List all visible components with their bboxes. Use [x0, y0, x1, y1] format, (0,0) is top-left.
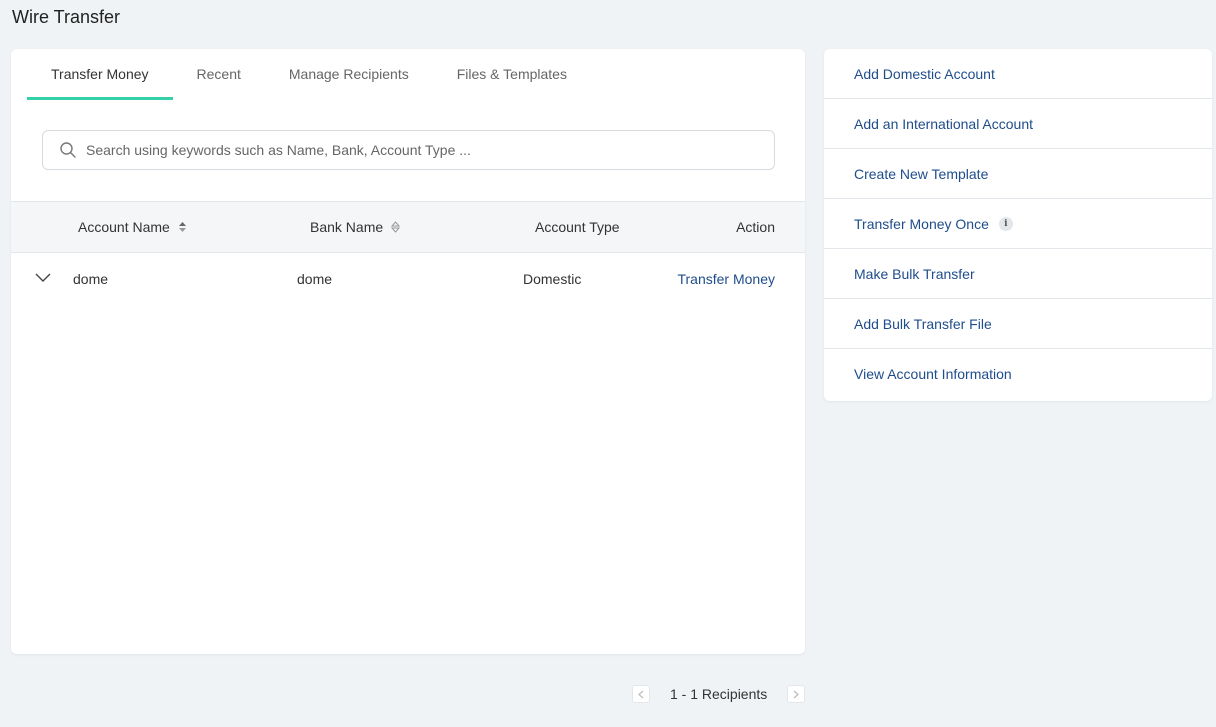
quick-actions-menu: Add Domestic Account Add an Internationa…: [824, 49, 1212, 401]
table-row: dome dome Domestic Transfer Money: [11, 254, 805, 304]
chevron-down-icon[interactable]: [35, 273, 51, 283]
search-input[interactable]: [86, 142, 774, 158]
tab-recent[interactable]: Recent: [173, 49, 265, 100]
add-domestic-account-link[interactable]: Add Domestic Account: [824, 49, 1212, 99]
column-header-label: Account Name: [78, 219, 170, 235]
info-icon[interactable]: i: [998, 216, 1013, 231]
sort-icon[interactable]: [178, 221, 187, 233]
transfer-money-link[interactable]: Transfer Money: [677, 254, 775, 304]
view-account-information-link[interactable]: View Account Information: [824, 349, 1212, 399]
transfer-money-once-link[interactable]: Transfer Money Once i: [824, 199, 1212, 249]
prev-page-button[interactable]: [632, 685, 650, 703]
column-header-account-name[interactable]: Account Name: [78, 202, 187, 252]
transfer-panel: Transfer Money Recent Manage Recipients …: [11, 49, 805, 654]
cell-account-name: dome: [73, 271, 109, 287]
add-international-account-link[interactable]: Add an International Account: [824, 99, 1212, 149]
search-box: [42, 130, 775, 170]
create-new-template-link[interactable]: Create New Template: [824, 149, 1212, 199]
cell-account-type: Domestic: [523, 271, 582, 287]
side-item-label: Transfer Money Once: [854, 215, 989, 232]
tab-bar: Transfer Money Recent Manage Recipients …: [27, 49, 591, 100]
pagination: 1 - 1 Recipients: [632, 684, 806, 704]
sort-icon[interactable]: [391, 221, 401, 233]
column-header-action: Action: [736, 202, 775, 252]
column-header-label: Account Type: [535, 219, 620, 235]
make-bulk-transfer-link[interactable]: Make Bulk Transfer: [824, 249, 1212, 299]
next-page-button[interactable]: [787, 685, 806, 703]
search-icon: [60, 142, 76, 158]
tab-transfer-money[interactable]: Transfer Money: [27, 49, 173, 100]
page-title: Wire Transfer: [12, 7, 121, 27]
tab-manage-recipients[interactable]: Manage Recipients: [265, 49, 433, 100]
chevron-right-icon: [793, 690, 800, 698]
cell-bank-name: dome: [297, 271, 333, 287]
chevron-left-icon: [638, 690, 644, 698]
tab-files-templates[interactable]: Files & Templates: [433, 49, 591, 100]
column-header-bank-name[interactable]: Bank Name: [310, 202, 401, 252]
table-header: Account Name Bank Name Account Type Acti…: [11, 201, 805, 253]
column-header-label: Bank Name: [310, 219, 384, 235]
pagination-summary: 1 - 1 Recipients: [670, 686, 768, 702]
column-header-account-type: Account Type: [535, 202, 620, 252]
add-bulk-transfer-file-link[interactable]: Add Bulk Transfer File: [824, 299, 1212, 349]
column-header-label: Action: [736, 219, 775, 235]
